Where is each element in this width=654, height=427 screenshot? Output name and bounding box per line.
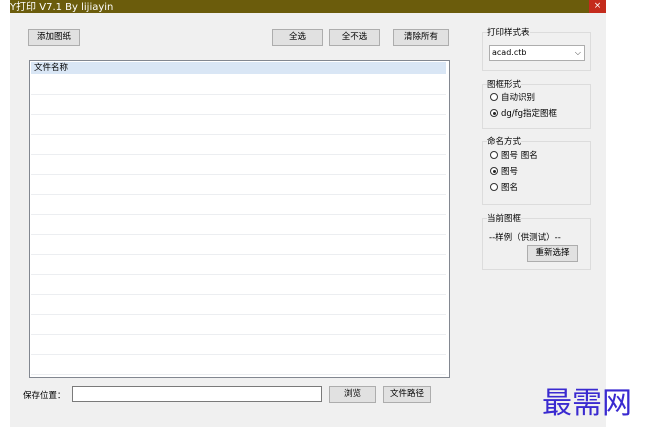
window-title: JY打印 V7.1 By lijiayin bbox=[10, 2, 114, 13]
radio-unchecked-icon bbox=[490, 93, 498, 101]
file-list[interactable]: 文件名称 bbox=[29, 60, 450, 378]
frame-specified-label: dg/fg指定图框 bbox=[501, 109, 558, 119]
select-none-button[interactable]: 全不选 bbox=[329, 29, 380, 46]
current-frame-label: 当前图框 bbox=[487, 212, 522, 224]
naming-number-radio[interactable]: 图号 bbox=[490, 165, 518, 177]
frame-specified-radio[interactable]: dg/fg指定图框 bbox=[490, 107, 557, 119]
plot-style-label: 打印样式表 bbox=[487, 26, 530, 38]
naming-number-name-label: 图号 图名 bbox=[501, 151, 538, 161]
radio-checked-icon bbox=[490, 109, 498, 117]
naming-number-name-radio[interactable]: 图号 图名 bbox=[490, 149, 538, 161]
radio-checked-icon bbox=[490, 167, 498, 175]
frame-form-label: 图框形式 bbox=[487, 78, 522, 90]
naming-number-label: 图号 bbox=[501, 167, 519, 177]
naming-name-label: 图名 bbox=[501, 183, 519, 193]
add-drawings-button[interactable]: 添加图纸 bbox=[28, 29, 80, 46]
browse-button[interactable]: 浏览 bbox=[329, 386, 376, 403]
plot-style-select[interactable]: acad.ctb ⌵ bbox=[489, 45, 585, 61]
site-watermark: 最需网 bbox=[542, 386, 632, 421]
file-name-column-header[interactable]: 文件名称 bbox=[31, 62, 446, 74]
save-location-label: 保存位置： bbox=[23, 391, 66, 401]
plot-style-value: acad.ctb bbox=[492, 48, 527, 57]
naming-label: 命名方式 bbox=[487, 135, 522, 147]
main-window: JY打印 V7.1 By lijiayin × 添加图纸 全选 全不选 清除所有… bbox=[10, 0, 606, 427]
close-button[interactable]: × bbox=[589, 0, 606, 13]
file-list-rows[interactable] bbox=[31, 75, 446, 375]
file-path-button[interactable]: 文件路径 bbox=[383, 386, 431, 403]
current-frame-group bbox=[482, 218, 591, 270]
radio-unchecked-icon bbox=[490, 183, 498, 191]
frame-auto-radio[interactable]: 自动识别 bbox=[490, 91, 535, 103]
frame-auto-label: 自动识别 bbox=[501, 93, 536, 103]
naming-name-radio[interactable]: 图名 bbox=[490, 181, 518, 193]
save-path-input[interactable] bbox=[72, 386, 322, 402]
close-icon: × bbox=[593, 1, 602, 11]
select-all-button[interactable]: 全选 bbox=[272, 29, 323, 46]
clear-all-button[interactable]: 清除所有 bbox=[393, 29, 449, 46]
title-bar: JY打印 V7.1 By lijiayin × bbox=[10, 0, 606, 13]
chevron-down-icon: ⌵ bbox=[574, 48, 581, 57]
radio-unchecked-icon bbox=[490, 151, 498, 159]
current-frame-value: --样例（供测试）-- bbox=[489, 233, 561, 243]
reselect-button[interactable]: 重新选择 bbox=[527, 245, 578, 262]
